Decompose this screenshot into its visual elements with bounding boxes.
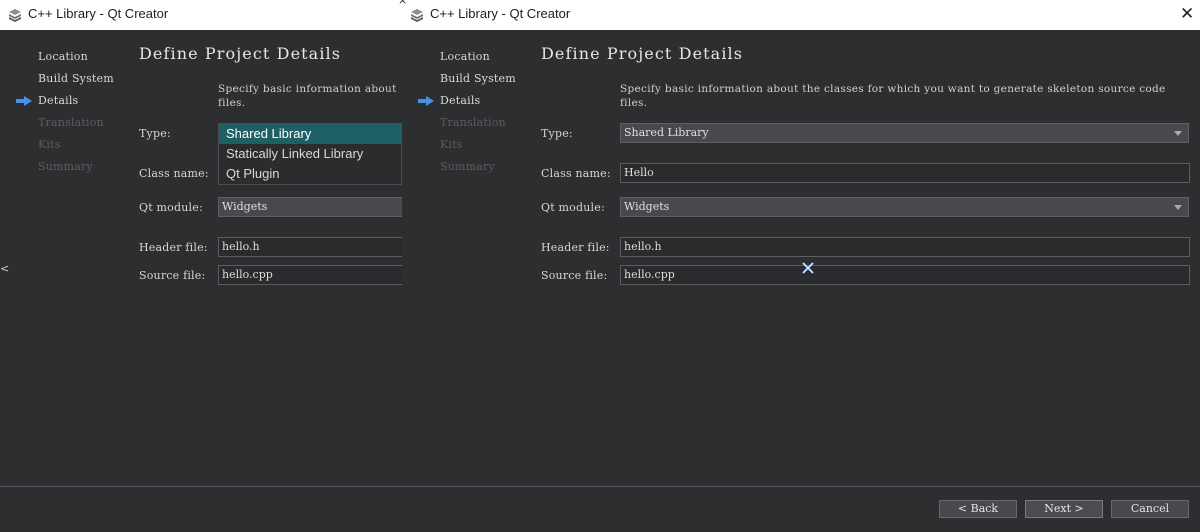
wizard-pane-left: Location Build System Details Translatio… (0, 30, 402, 486)
source-file-label: Source file: (139, 269, 206, 282)
page-description: Specify basic information about files. (218, 83, 397, 109)
step-summary: Summary (38, 160, 93, 173)
source-file-label: Source file: (541, 269, 608, 282)
type-dropdown-list: Shared Library Statically Linked Library… (218, 123, 402, 185)
header-file-input[interactable]: hello.h (218, 237, 402, 257)
current-step-arrow-icon (418, 96, 434, 106)
step-build-system: Build System (38, 72, 114, 85)
step-summary: Summary (440, 160, 495, 173)
footer-divider (0, 486, 1200, 487)
page-title: Define Project Details (541, 44, 744, 63)
page-description: Specify basic information about the clas… (620, 83, 1166, 109)
qt-module-combo[interactable]: Widgets (620, 197, 1189, 217)
step-details: Details (440, 94, 481, 107)
close-icon-left[interactable]: × (398, 0, 407, 7)
header-file-label: Header file: (541, 241, 610, 254)
type-label: Type: (541, 127, 573, 140)
resize-handle-icon[interactable]: < (0, 262, 9, 275)
back-button[interactable]: < Back (939, 500, 1017, 518)
source-file-input[interactable]: hello.cpp (620, 265, 1190, 285)
type-option-static-library[interactable]: Statically Linked Library (219, 144, 401, 164)
qt-creator-stack-icon (9, 9, 21, 22)
class-name-label: Class name: (541, 167, 611, 180)
type-option-shared-library[interactable]: Shared Library (219, 124, 401, 144)
qt-module-combo-value: Widgets (624, 200, 670, 213)
step-location: Location (38, 50, 88, 63)
chevron-down-icon (1174, 205, 1182, 210)
title-bar: C++ Library - Qt Creator × C++ Library -… (0, 0, 1200, 30)
step-kits: Kits (38, 138, 61, 151)
qt-module-label: Qt module: (139, 201, 203, 214)
step-location: Location (440, 50, 490, 63)
type-label: Type: (139, 127, 171, 140)
window-title-right: C++ Library - Qt Creator (430, 6, 571, 21)
type-combo-value: Shared Library (624, 126, 709, 139)
step-translation: Translation (440, 116, 506, 129)
wizard-pane-right: Location Build System Details Translatio… (402, 30, 1200, 486)
step-details: Details (38, 94, 79, 107)
step-translation: Translation (38, 116, 104, 129)
type-combo[interactable]: Shared Library (620, 123, 1189, 143)
window-title-left: C++ Library - Qt Creator (28, 6, 169, 21)
class-name-input[interactable]: Hello (620, 163, 1190, 183)
cursor-icon (802, 262, 814, 274)
qt-module-label: Qt module: (541, 201, 605, 214)
class-name-label: Class name: (139, 167, 209, 180)
chevron-down-icon (1174, 131, 1182, 136)
step-kits: Kits (440, 138, 463, 151)
step-build-system: Build System (440, 72, 516, 85)
close-icon[interactable]: ✕ (1180, 4, 1194, 24)
qt-module-combo[interactable]: Widgets (218, 197, 402, 217)
current-step-arrow-icon (16, 96, 32, 106)
page-title: Define Project Details (139, 44, 342, 63)
cancel-button[interactable]: Cancel (1111, 500, 1189, 518)
header-file-input[interactable]: hello.h (620, 237, 1190, 257)
next-button[interactable]: Next > (1025, 500, 1103, 518)
source-file-input[interactable]: hello.cpp (218, 265, 402, 285)
qt-creator-stack-icon (411, 9, 423, 22)
type-option-qt-plugin[interactable]: Qt Plugin (219, 164, 401, 184)
header-file-label: Header file: (139, 241, 208, 254)
